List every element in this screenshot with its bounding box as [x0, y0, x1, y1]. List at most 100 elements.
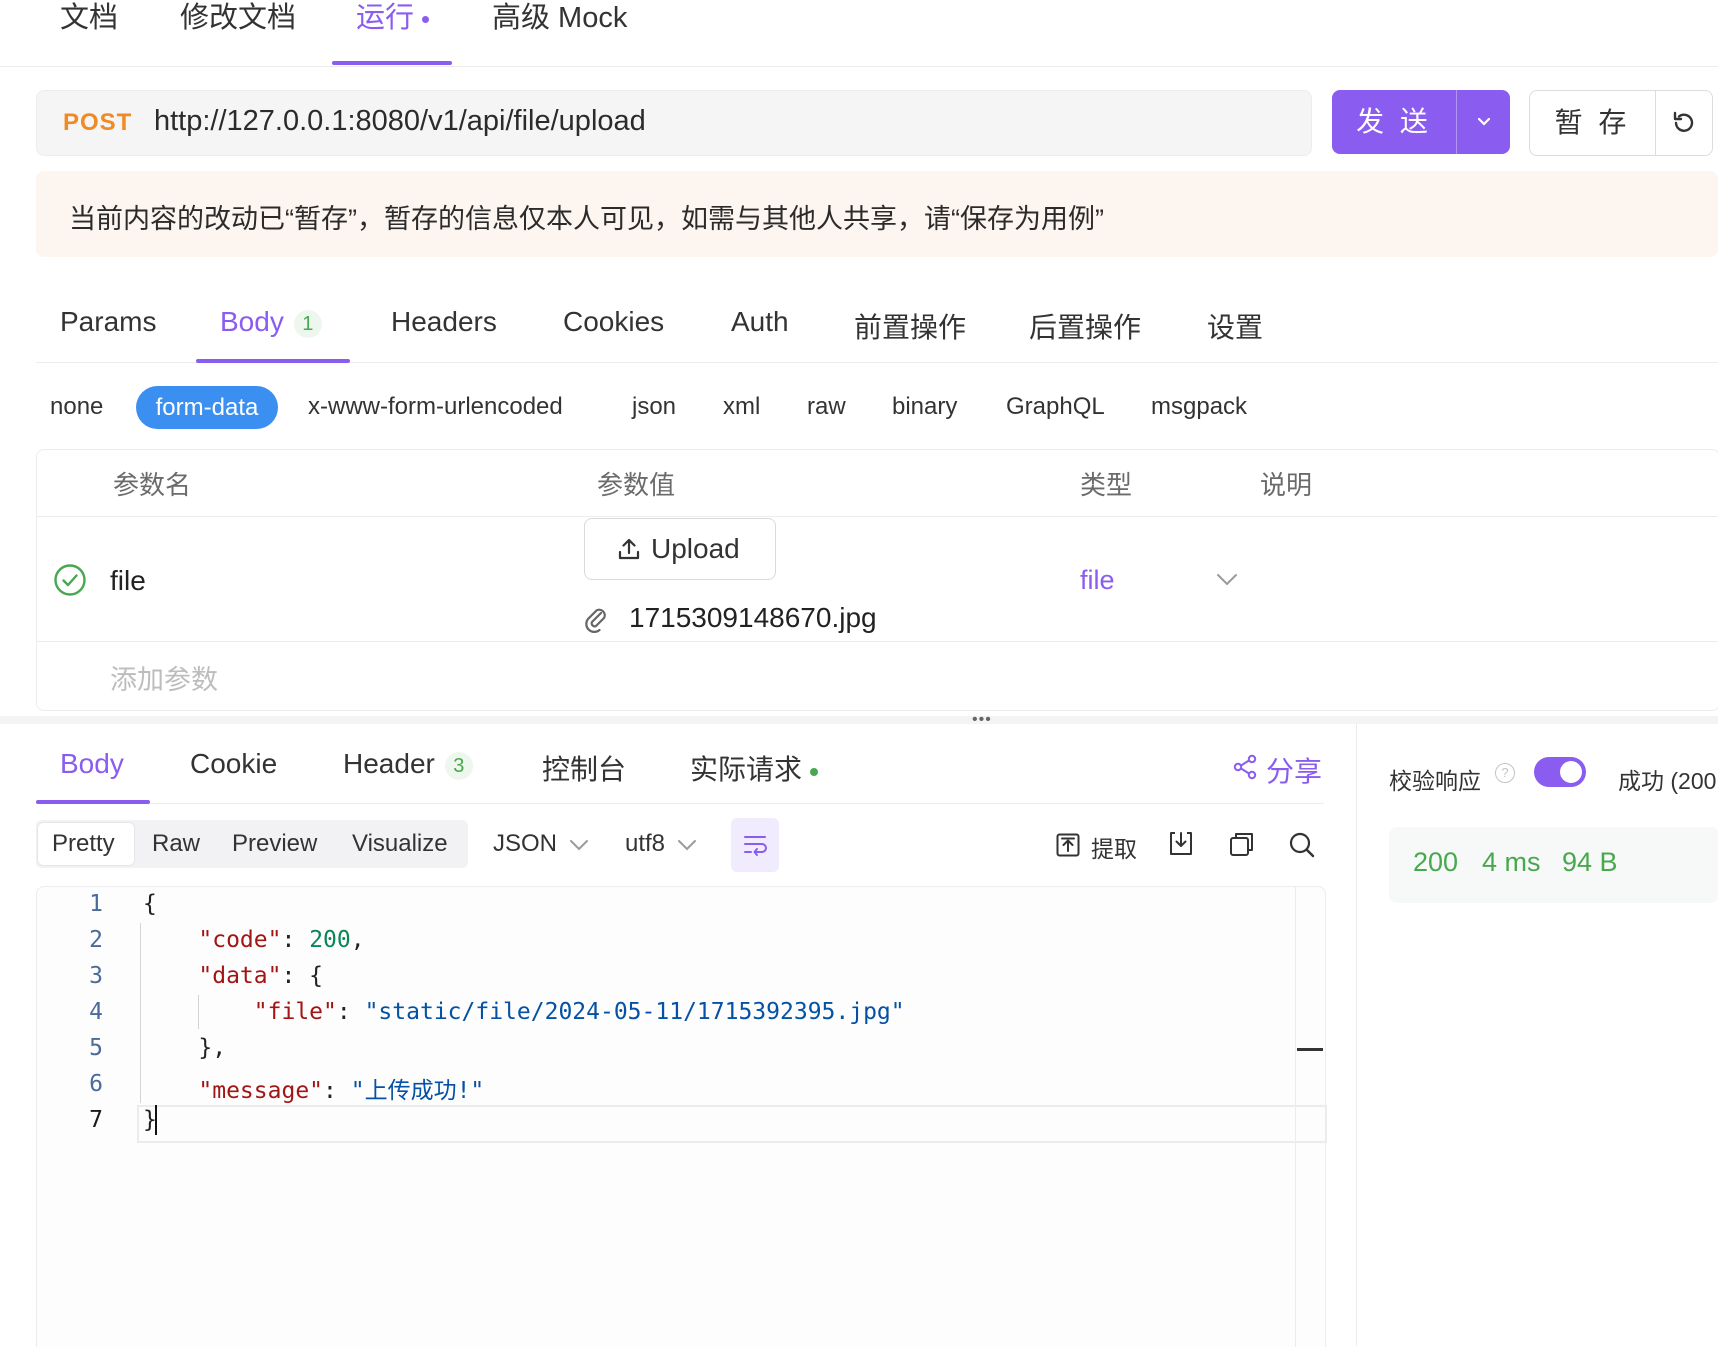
tab-params[interactable]: Params [60, 306, 156, 338]
search-icon[interactable] [1288, 831, 1316, 859]
line-number: 4 [89, 999, 103, 1025]
json-key: "data" [198, 963, 282, 989]
response-code-editor[interactable]: 1 2 3 4 5 6 7 { "code": 200, "data": { "… [36, 886, 1327, 1347]
encoding-select[interactable]: utf8 [625, 830, 698, 858]
body-type-binary[interactable]: binary [892, 393, 957, 421]
body-type-urlencoded[interactable]: x-www-form-urlencoded [308, 393, 563, 421]
top-tab-bar: 文档 修改文档 运行 高级 Mock [0, 0, 1718, 67]
share-icon [1233, 754, 1257, 780]
tab-run-label: 运行 [356, 2, 415, 34]
body-type-graphql[interactable]: GraphQL [1006, 393, 1105, 421]
stash-button[interactable]: 暂 存 [1529, 90, 1713, 156]
help-icon[interactable]: ? [1495, 763, 1515, 783]
line-number: 7 [89, 1107, 103, 1133]
tab-actual-request-label: 实际请求 [690, 754, 803, 785]
download-icon[interactable] [1168, 830, 1194, 858]
tab-body[interactable]: Body 1 [220, 306, 322, 338]
body-type-msgpack[interactable]: msgpack [1151, 393, 1247, 421]
indent-guide [140, 923, 141, 1103]
tab-console[interactable]: 控制台 [542, 748, 626, 788]
tab-auth[interactable]: Auth [731, 306, 789, 338]
send-dropdown-button[interactable] [1457, 90, 1510, 154]
code-line-6: "message": "上传成功!" [198, 1078, 485, 1104]
upload-button[interactable]: Upload [584, 518, 776, 580]
tab-body-label: Body [220, 306, 284, 337]
check-circle-icon[interactable] [53, 563, 87, 597]
chevron-down-icon [677, 839, 696, 851]
tab-edit-docs[interactable]: 修改文档 [180, 0, 296, 64]
format-select[interactable]: JSON [493, 830, 590, 858]
url-input[interactable]: http://127.0.0.1:8080/v1/api/file/upload [154, 105, 646, 138]
body-type-form-data[interactable]: form-data [136, 386, 278, 429]
tab-response-cookie[interactable]: Cookie [190, 748, 277, 780]
code-line-5: }, [143, 1035, 227, 1061]
code-line-1: { [143, 891, 157, 917]
body-type-raw[interactable]: raw [807, 393, 846, 421]
encoding-value: utf8 [625, 830, 666, 857]
line-number: 1 [89, 891, 103, 917]
drag-handle-icon[interactable]: ••• [972, 712, 992, 728]
active-tab-indicator [196, 359, 350, 363]
params-table: 参数名 参数值 类型 说明 file Upload 1715309148670.… [36, 449, 1718, 711]
param-name[interactable]: file [110, 565, 146, 597]
scroll-marker [1297, 1048, 1323, 1051]
send-label: 发 送 [1356, 106, 1432, 137]
url-bar[interactable]: POST http://127.0.0.1:8080/v1/api/file/u… [36, 90, 1312, 156]
upload-icon [618, 538, 640, 560]
tab-response-body[interactable]: Body [60, 748, 124, 780]
http-method[interactable]: POST [63, 109, 132, 137]
response-status-bar: 200 4 ms 94 B [1389, 827, 1718, 903]
add-param-input[interactable]: 添加参数 [110, 658, 218, 697]
extract-icon [1056, 833, 1080, 857]
validate-response-label: 校验响应 [1389, 768, 1481, 794]
validate-response-toggle[interactable] [1534, 757, 1586, 787]
param-type-select[interactable]: file [1080, 565, 1115, 596]
col-param-desc: 说明 [1260, 470, 1313, 500]
response-tab-bar: Body Cookie Header 3 控制台 实际请求 分享 [36, 730, 1324, 804]
tab-cookies[interactable]: Cookies [563, 306, 664, 338]
tab-response-header-label: Header [343, 748, 435, 779]
format-value: JSON [493, 830, 558, 857]
active-tab-indicator [332, 61, 452, 65]
tab-run[interactable]: 运行 [356, 0, 430, 64]
tab-actual-request[interactable]: 实际请求 [690, 748, 819, 788]
body-type-json[interactable]: json [632, 393, 676, 421]
code-line-2: "code": 200, [198, 927, 365, 953]
text-cursor [155, 1105, 157, 1135]
editor-scroll-gutter [1295, 887, 1296, 1347]
refresh-icon [1673, 111, 1694, 132]
wrap-toggle-button[interactable] [731, 818, 779, 872]
tab-response-header[interactable]: Header 3 [343, 748, 473, 780]
revert-button[interactable] [1656, 91, 1712, 155]
body-type-none[interactable]: none [50, 393, 103, 421]
tab-headers[interactable]: Headers [391, 306, 497, 338]
upload-label: Upload [651, 533, 740, 564]
status-dot [810, 767, 819, 776]
pane-resizer[interactable]: ••• [0, 712, 1718, 728]
chevron-down-icon [569, 839, 588, 851]
code-line-4: "file": "static/file/2024-05-11/17153923… [253, 999, 905, 1025]
uploaded-file-name[interactable]: 1715309148670.jpg [629, 602, 877, 634]
tab-settings[interactable]: 设置 [1207, 306, 1263, 346]
view-mode-switch: Pretty Raw Preview Visualize [36, 820, 468, 868]
view-mode-visualize[interactable]: Visualize [352, 830, 448, 858]
unsaved-dot [422, 15, 430, 23]
stash-notice: 当前内容的改动已“暂存”，暂存的信息仅本人可见，如需与其他人共享，请“保存为用例… [36, 171, 1718, 257]
copy-icon[interactable] [1228, 830, 1256, 858]
view-mode-pretty[interactable]: Pretty [52, 830, 115, 858]
body-type-xml[interactable]: xml [723, 393, 760, 421]
validation-result[interactable]: 成功 (200 [1618, 762, 1716, 796]
response-validation-panel: 校验响应 ? 成功 (200 200 4 ms 94 B [1356, 724, 1718, 1346]
send-button[interactable]: 发 送 [1332, 90, 1510, 154]
tab-docs[interactable]: 文档 [60, 0, 118, 64]
json-key: "message" [198, 1078, 324, 1104]
tab-pre-actions[interactable]: 前置操作 [854, 306, 966, 346]
col-param-name: 参数名 [113, 470, 192, 500]
stash-label: 暂 存 [1554, 107, 1631, 138]
chevron-down-icon[interactable] [1215, 572, 1239, 588]
view-mode-preview[interactable]: Preview [232, 830, 317, 858]
tab-post-actions[interactable]: 后置操作 [1029, 306, 1141, 346]
view-mode-raw[interactable]: Raw [152, 830, 200, 858]
tab-advanced-mock[interactable]: 高级 Mock [492, 0, 627, 64]
line-number: 5 [89, 1035, 103, 1061]
